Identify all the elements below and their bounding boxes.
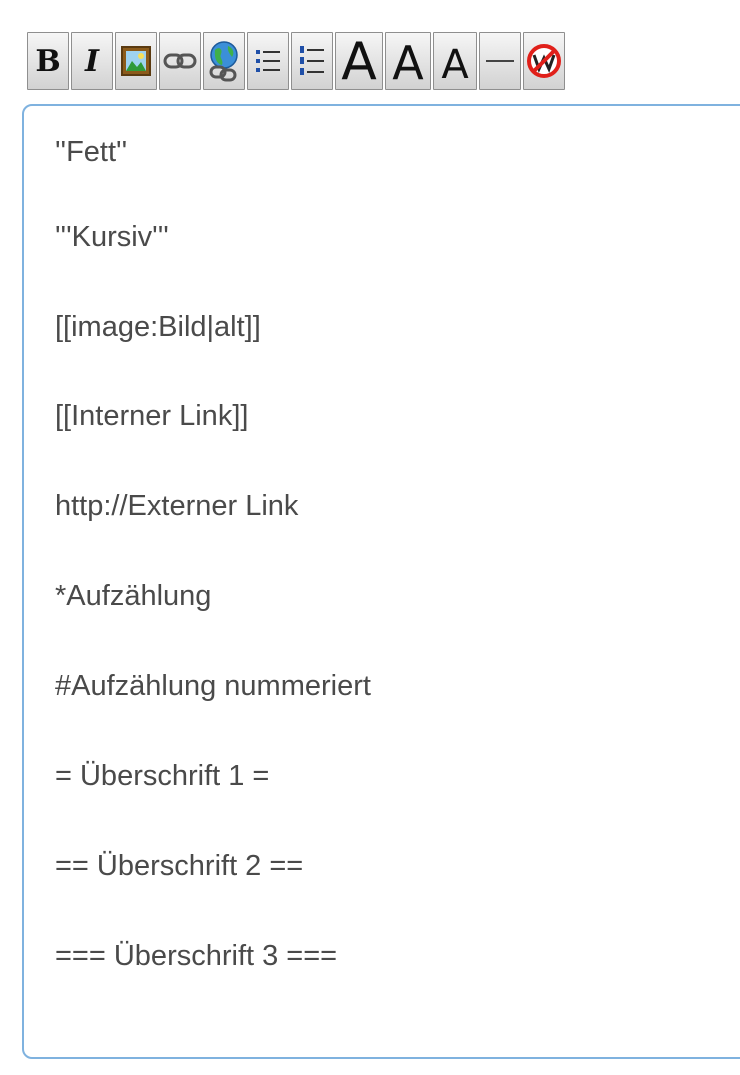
italic-icon: I <box>84 43 100 79</box>
text-line: [[Interner Link]] <box>55 400 249 432</box>
text-line: #Aufzählung nummeriert <box>55 670 371 702</box>
horizontal-rule-icon <box>486 60 514 62</box>
large-a-icon: A <box>341 32 377 92</box>
heading-2-button[interactable]: A <box>385 32 431 90</box>
text-line: '''Kursiv''' <box>55 221 169 253</box>
small-a-icon: A <box>441 42 469 88</box>
text-line: *Aufzählung <box>55 580 212 612</box>
wikitext-textarea[interactable]: ''Fett'' '''Kursiv''' [[image:Bild|alt]]… <box>22 104 740 1059</box>
no-wiki-icon <box>527 44 561 78</box>
numbered-list-button[interactable] <box>291 32 333 90</box>
no-wiki-button[interactable] <box>523 32 565 90</box>
heading-1-button[interactable]: A <box>335 32 383 90</box>
horizontal-rule-button[interactable] <box>479 32 521 90</box>
image-button[interactable] <box>115 32 157 90</box>
numbered-list-icon <box>300 46 324 75</box>
globe-link-icon <box>209 41 238 82</box>
text-line: ''Fett'' <box>55 136 128 168</box>
text-line: http://Externer Link <box>55 490 299 522</box>
text-line: = Überschrift 1 = <box>55 760 270 792</box>
text-line: == Überschrift 2 == <box>55 850 304 882</box>
chain-link-icon <box>163 53 197 69</box>
bullet-list-button[interactable] <box>247 32 289 90</box>
heading-3-button[interactable]: A <box>433 32 477 90</box>
external-link-button[interactable] <box>203 32 245 90</box>
italic-button[interactable]: I <box>71 32 113 90</box>
bold-icon: B <box>35 43 61 79</box>
medium-a-icon: A <box>392 36 424 90</box>
text-line: [[image:Bild|alt]] <box>55 311 261 343</box>
text-line: === Überschrift 3 === <box>55 940 338 972</box>
bullet-list-icon <box>256 50 280 72</box>
bold-button[interactable]: B <box>27 32 69 90</box>
wiki-editor: B I A A A ''Fett'' '''Kursiv''' [[image:… <box>0 0 740 1075</box>
editor-toolbar: B I A A A <box>27 27 740 95</box>
internal-link-button[interactable] <box>159 32 201 90</box>
image-icon <box>121 46 151 76</box>
